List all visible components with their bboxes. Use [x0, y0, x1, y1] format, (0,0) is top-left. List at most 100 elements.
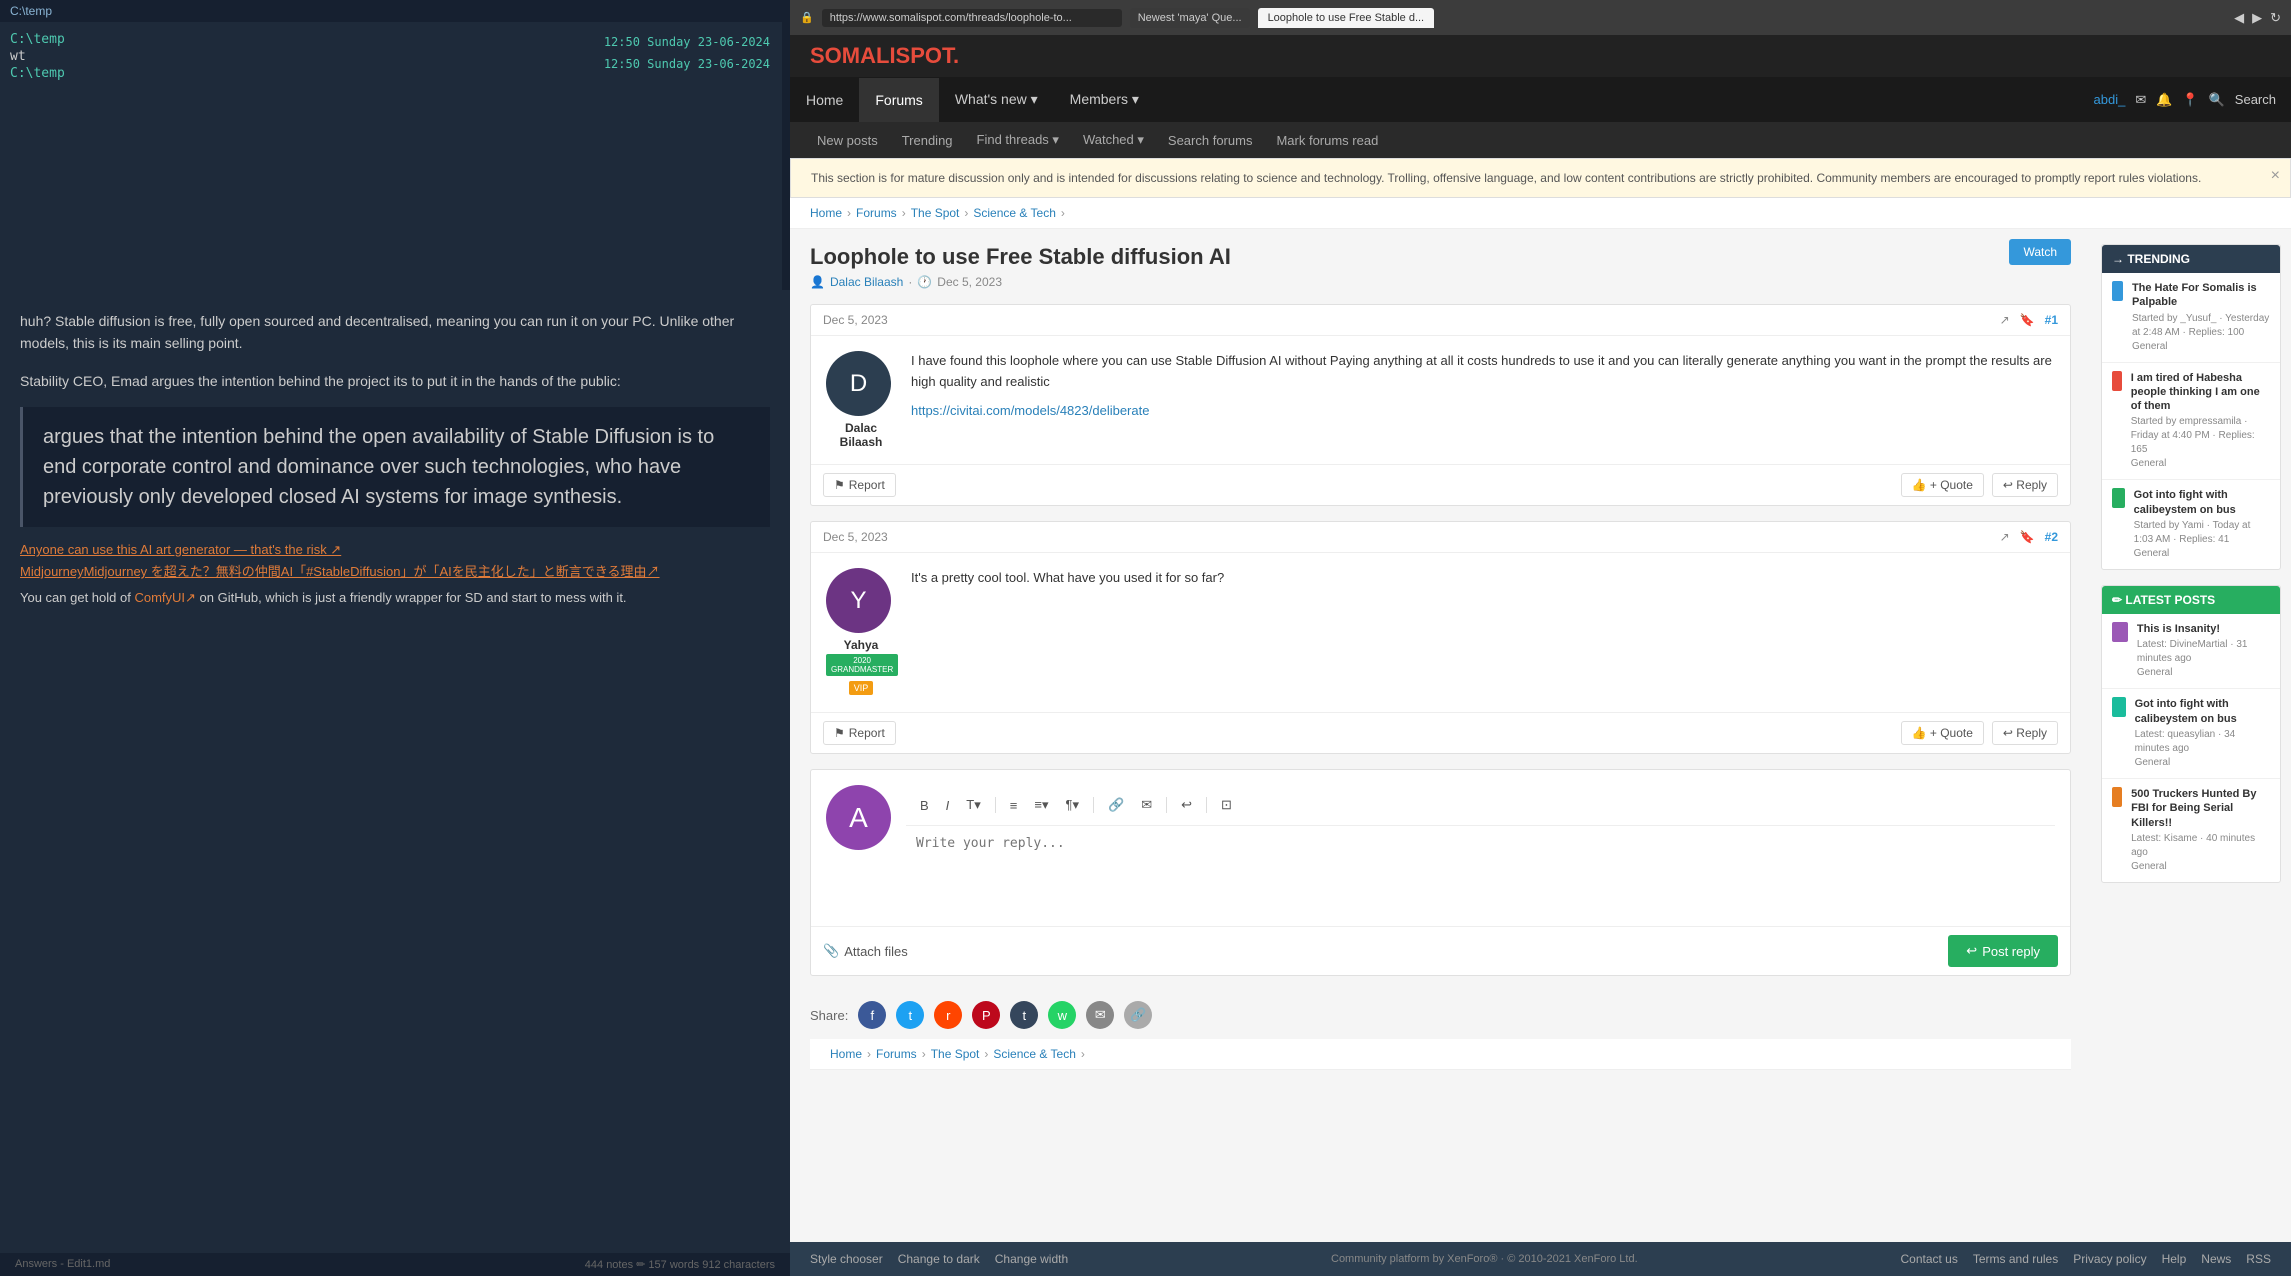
trending-title-2[interactable]: I am tired of Habesha people thinking I … [2131, 371, 2270, 414]
thread-author[interactable]: Dalac Bilaash [830, 275, 903, 289]
breadcrumb-science-tech[interactable]: Science & Tech [973, 206, 1056, 220]
toolbar-italic[interactable]: I [940, 794, 956, 817]
subnav-find-threads[interactable]: Find threads ▾ [965, 122, 1071, 158]
toolbar-text-drop[interactable]: T▾ [960, 793, 986, 817]
post-header-1: Dec 5, 2023 ↗ 🔖 #1 [811, 305, 2070, 336]
nav-username[interactable]: abdi_ [2094, 92, 2126, 107]
user-vip-badge-2: VIP [849, 681, 874, 695]
subnav-search-forums[interactable]: Search forums [1156, 123, 1265, 158]
post-avatar-1: D Dalac Bilaash [826, 351, 896, 449]
breadcrumb-the-spot[interactable]: The Spot [911, 206, 960, 220]
breadcrumb-bottom-home[interactable]: Home [830, 1047, 862, 1061]
toolbar-mail[interactable]: ✉ [1135, 793, 1158, 817]
toolbar-undo[interactable]: ↩ [1175, 793, 1198, 817]
nav-whats-new[interactable]: What's new ▾ [939, 77, 1054, 122]
breadcrumb-bottom-forums[interactable]: Forums [876, 1047, 917, 1061]
bookmark-icon-1[interactable]: 🔖 [2020, 313, 2035, 327]
share-facebook[interactable]: f [858, 1001, 886, 1029]
footer-help[interactable]: Help [2162, 1252, 2187, 1266]
sidebar-latest-header: ✏ LATEST POSTS [2102, 586, 2280, 614]
toolbar-para-drop[interactable]: ¶▾ [1059, 793, 1085, 817]
subnav-watched[interactable]: Watched ▾ [1071, 122, 1156, 158]
footer-style-chooser[interactable]: Style chooser [810, 1252, 883, 1266]
nav-search-icon[interactable]: 🔍 [2209, 92, 2225, 108]
reply-box-inner: A B I T▾ ≡ ≡▾ ¶▾ 🔗 ✉ [811, 770, 2070, 926]
latest-title-2[interactable]: Got into fight with calibeystem on bus [2135, 697, 2270, 726]
terminal-line-3: C:\temp 12:50 Sunday 23-06-2024 [10, 66, 780, 81]
nav-home[interactable]: Home [790, 78, 859, 122]
post-username-2[interactable]: Yahya [826, 638, 896, 652]
reply-button-2[interactable]: ↩ Reply [1992, 721, 2058, 745]
breadcrumb-bottom-the-spot[interactable]: The Spot [931, 1047, 980, 1061]
subnav-mark-forums-read[interactable]: Mark forums read [1264, 123, 1390, 158]
toolbar-link[interactable]: 🔗 [1102, 793, 1130, 817]
watch-button[interactable]: Watch [2009, 239, 2071, 265]
footer-left-links: Style chooser Change to dark Change widt… [810, 1252, 1068, 1266]
report-button-2[interactable]: ⚑ Report [823, 721, 896, 745]
nav-reload-icon[interactable]: ↻ [2270, 10, 2281, 26]
latest-title-3[interactable]: 500 Truckers Hunted By FBI for Being Ser… [2131, 787, 2270, 830]
share-whatsapp[interactable]: w [1048, 1001, 1076, 1029]
share-tumblr[interactable]: t [1010, 1001, 1038, 1029]
footer-terms[interactable]: Terms and rules [1973, 1252, 2058, 1266]
latest-title-1[interactable]: This is Insanity! [2137, 622, 2270, 636]
toolbar-expand[interactable]: ⊡ [1215, 793, 1238, 817]
editor-comfyui-link[interactable]: ComfyUI↗ [134, 590, 195, 605]
notice-box: This section is for mature discussion on… [790, 158, 2291, 198]
share-label: Share: [810, 1008, 848, 1023]
nav-location-icon[interactable]: 📍 [2182, 92, 2198, 108]
post-reply-button[interactable]: ↩ Post reply [1948, 935, 2058, 967]
footer-news[interactable]: News [2201, 1252, 2231, 1266]
nav-forums[interactable]: Forums [859, 78, 938, 122]
footer-rss[interactable]: RSS [2246, 1252, 2271, 1266]
share-reddit[interactable]: r [934, 1001, 962, 1029]
breadcrumb-bottom: Home › Forums › The Spot › Science & Tec… [810, 1039, 2071, 1070]
toolbar-list[interactable]: ≡ [1004, 794, 1024, 817]
share-pinterest[interactable]: P [972, 1001, 1000, 1029]
subnav-new-posts[interactable]: New posts [805, 123, 890, 158]
notice-close-button[interactable]: × [2271, 167, 2280, 185]
breadcrumb-home[interactable]: Home [810, 206, 842, 220]
footer-contact[interactable]: Contact us [1900, 1252, 1957, 1266]
share-icon-1[interactable]: ↗ [2000, 313, 2010, 327]
share-link-copy[interactable]: 🔗 [1124, 1001, 1152, 1029]
reply-button-1[interactable]: ↩ Reply [1992, 473, 2058, 497]
browser-tab-left[interactable]: Newest 'maya' Que... [1130, 8, 1250, 28]
footer-change-width[interactable]: Change width [995, 1252, 1068, 1266]
nav-bell-icon[interactable]: 🔔 [2156, 92, 2172, 108]
browser-url[interactable]: https://www.somalispot.com/threads/looph… [822, 9, 1122, 27]
nav-mail-icon[interactable]: ✉ [2135, 92, 2146, 108]
editor-link-1[interactable]: Anyone can use this AI art generator — t… [20, 542, 770, 558]
plus-quote-button-1[interactable]: 👍 + Quote [1901, 473, 1984, 497]
terminal-path-1: C:\temp [10, 4, 52, 18]
toolbar-bold[interactable]: B [914, 794, 935, 817]
footer-change-dark[interactable]: Change to dark [898, 1252, 980, 1266]
breadcrumb-forums[interactable]: Forums [856, 206, 897, 220]
trending-title-3[interactable]: Got into fight with calibeystem on bus [2134, 488, 2270, 517]
share-icon-2[interactable]: ↗ [2000, 530, 2010, 544]
share-twitter[interactable]: t [896, 1001, 924, 1029]
subnav-trending[interactable]: Trending [890, 123, 965, 158]
footer-privacy[interactable]: Privacy policy [2073, 1252, 2146, 1266]
bookmark-icon-2[interactable]: 🔖 [2020, 530, 2035, 544]
reply-textarea[interactable] [906, 826, 2055, 906]
nav-members[interactable]: Members ▾ [1054, 77, 1155, 122]
editor-link-2[interactable]: MidjourneyMidjourney を超えた？無料の仲間AI「#Stabl… [20, 561, 770, 580]
editor-area: huh? Stable diffusion is free, fully ope… [0, 290, 790, 1276]
nav-back-icon[interactable]: ◀ [2234, 10, 2244, 26]
nav-search-label[interactable]: Search [2235, 92, 2276, 107]
latest-cat-1: General [2137, 666, 2270, 680]
post-username-1[interactable]: Dalac Bilaash [826, 421, 896, 449]
terminal-top: C:\temp C:\temp 12:50 Sunday 23-06-2024 … [0, 0, 790, 290]
post-link-1[interactable]: https://civitai.com/models/4823/delibera… [911, 403, 1149, 418]
plus-quote-button-2[interactable]: 👍 + Quote [1901, 721, 1984, 745]
attach-files-button[interactable]: 📎 Attach files [823, 943, 908, 959]
share-email[interactable]: ✉ [1086, 1001, 1114, 1029]
terminal-scrollbar[interactable] [782, 0, 790, 290]
browser-tab-active[interactable]: Loophole to use Free Stable d... [1258, 8, 1435, 28]
breadcrumb-bottom-science-tech[interactable]: Science & Tech [993, 1047, 1076, 1061]
toolbar-list-drop[interactable]: ≡▾ [1028, 793, 1054, 817]
trending-title-1[interactable]: The Hate For Somalis is Palpable [2132, 281, 2270, 310]
report-button-1[interactable]: ⚑ Report [823, 473, 896, 497]
nav-forward-icon[interactable]: ▶ [2252, 10, 2262, 26]
